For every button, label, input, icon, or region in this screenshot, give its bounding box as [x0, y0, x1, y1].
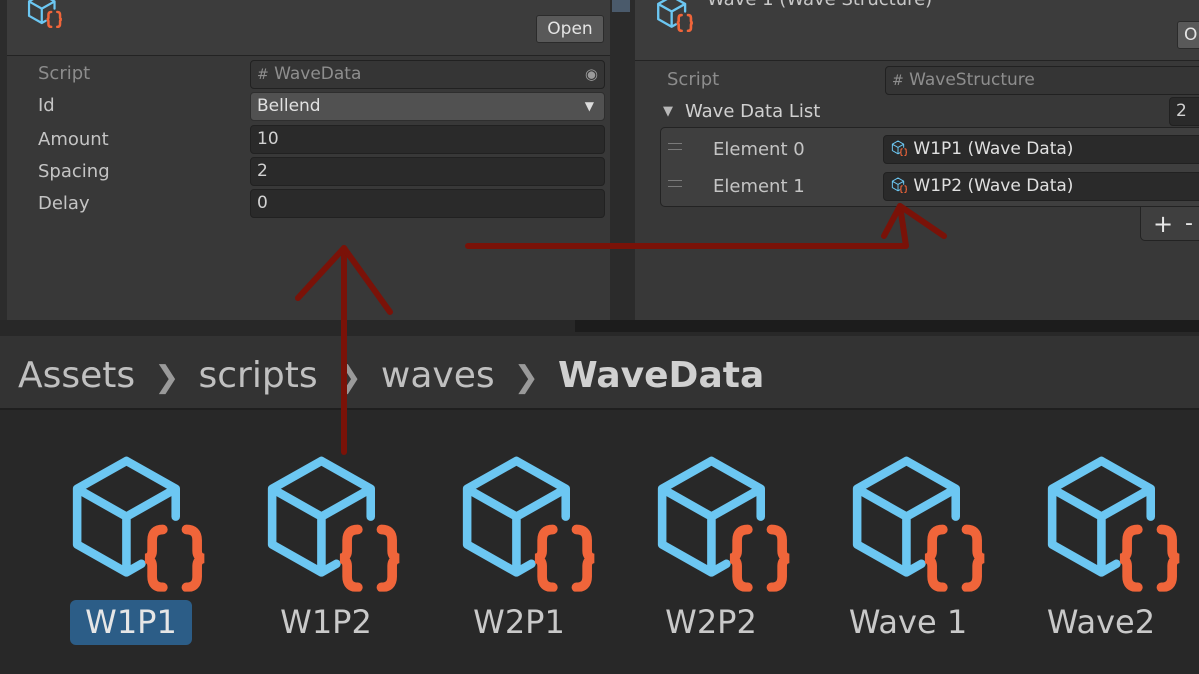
breadcrumb-chevron-icon: ❯	[336, 360, 362, 395]
add-element-button[interactable]: +	[1151, 211, 1175, 237]
left-panel-edge	[0, 0, 7, 320]
list-size-field[interactable]: 2	[1169, 97, 1199, 126]
breadcrumb-scripts[interactable]: scripts	[199, 355, 318, 396]
script-label: Script	[38, 63, 91, 84]
right-inspector-panel: Wave 1 (Wave Structure) O Script # WaveS…	[635, 0, 1199, 320]
element-0-label: Element 0	[713, 139, 805, 160]
breadcrumb-chevron-icon: ❯	[154, 360, 180, 395]
spacing-field[interactable]: 2	[250, 157, 605, 186]
dropdown-arrow-icon: ▼	[584, 99, 594, 113]
asset-wave-1[interactable]: Wave 1	[837, 600, 979, 645]
spacing-label: Spacing	[38, 161, 110, 182]
script-field-value: WaveStructure	[909, 70, 1035, 90]
id-label: Id	[38, 95, 55, 116]
open-button[interactable]: Open	[536, 15, 604, 43]
foldout-arrow-icon[interactable]: ▼	[663, 104, 673, 119]
script-field: # WaveStructure	[885, 66, 1199, 95]
panel-divider	[610, 0, 635, 320]
script-hash-icon: #	[892, 73, 904, 89]
asset-w2p2[interactable]: W2P2	[640, 600, 782, 645]
project-browser-top-strip	[575, 320, 1199, 332]
asset-w1p1[interactable]: W1P1	[60, 600, 202, 645]
delay-label: Delay	[38, 193, 90, 214]
asset-wave2[interactable]: Wave2	[1030, 600, 1172, 645]
breadcrumb-assets[interactable]: Assets	[18, 355, 135, 396]
divider-highlight	[612, 0, 630, 12]
open-button[interactable]: O	[1177, 21, 1199, 49]
scriptable-object-icon	[650, 0, 698, 32]
element-1-label: Element 1	[713, 176, 805, 197]
scriptable-object-icon	[890, 177, 908, 193]
amount-field[interactable]: 10	[250, 125, 605, 154]
scriptable-object-icon[interactable]	[1035, 452, 1185, 592]
inspector-title: Wave 1 (Wave Structure)	[707, 0, 932, 11]
script-hash-icon: #	[257, 67, 269, 83]
breadcrumb: Assets ❯ scripts ❯ waves ❯ WaveData	[18, 354, 764, 398]
drag-handle-icon[interactable]	[668, 143, 682, 150]
scriptable-object-icon	[20, 0, 68, 28]
delay-field[interactable]: 0	[250, 189, 605, 218]
breadcrumb-chevron-icon: ❯	[513, 360, 539, 395]
script-field: # WaveData ◉	[250, 60, 605, 89]
scriptable-object-icon[interactable]	[60, 452, 210, 592]
element-1-field[interactable]: W1P2 (Wave Data)	[883, 172, 1199, 201]
drag-handle-icon[interactable]	[668, 180, 682, 187]
element-0-field[interactable]: W1P1 (Wave Data)	[883, 135, 1199, 164]
script-label: Script	[667, 69, 720, 90]
asset-w2p1[interactable]: W2P1	[448, 600, 590, 645]
element-0-value: W1P1 (Wave Data)	[913, 139, 1074, 159]
scriptable-object-icon[interactable]	[645, 452, 795, 592]
script-field-value: WaveData	[274, 64, 362, 84]
wave-data-list-label[interactable]: Wave Data List	[685, 101, 820, 123]
asset-w1p2[interactable]: W1P2	[255, 600, 397, 645]
scriptable-object-icon[interactable]	[450, 452, 600, 592]
scriptable-object-icon[interactable]	[840, 452, 990, 592]
left-inspector-panel: Open Script # WaveData ◉ Id Bellend ▼ Am…	[0, 0, 610, 320]
amount-label: Amount	[38, 129, 109, 150]
scriptable-object-icon	[890, 140, 908, 156]
scriptable-object-icon[interactable]	[255, 452, 405, 592]
remove-element-button[interactable]: -	[1185, 211, 1199, 237]
breadcrumb-wavedata: WaveData	[557, 355, 765, 396]
id-dropdown[interactable]: Bellend ▼	[250, 92, 605, 121]
element-1-value: W1P2 (Wave Data)	[913, 176, 1074, 196]
object-picker-icon[interactable]: ◉	[585, 61, 598, 88]
id-dropdown-value: Bellend	[257, 96, 321, 116]
breadcrumb-waves[interactable]: waves	[381, 355, 495, 396]
left-inspector-header	[0, 0, 610, 56]
